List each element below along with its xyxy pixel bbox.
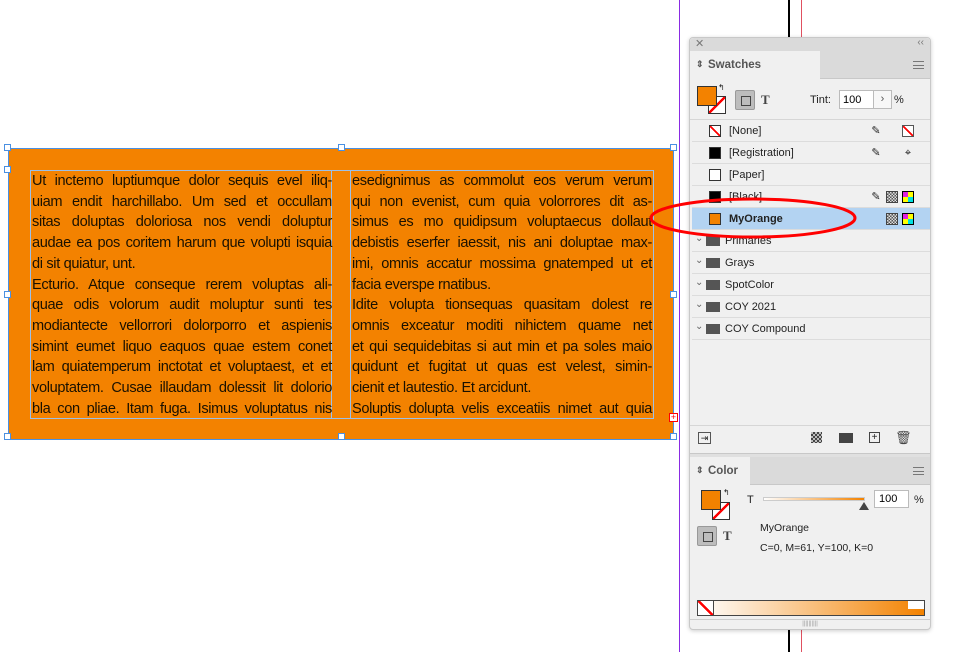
red-annotation-ellipse [649,197,857,239]
